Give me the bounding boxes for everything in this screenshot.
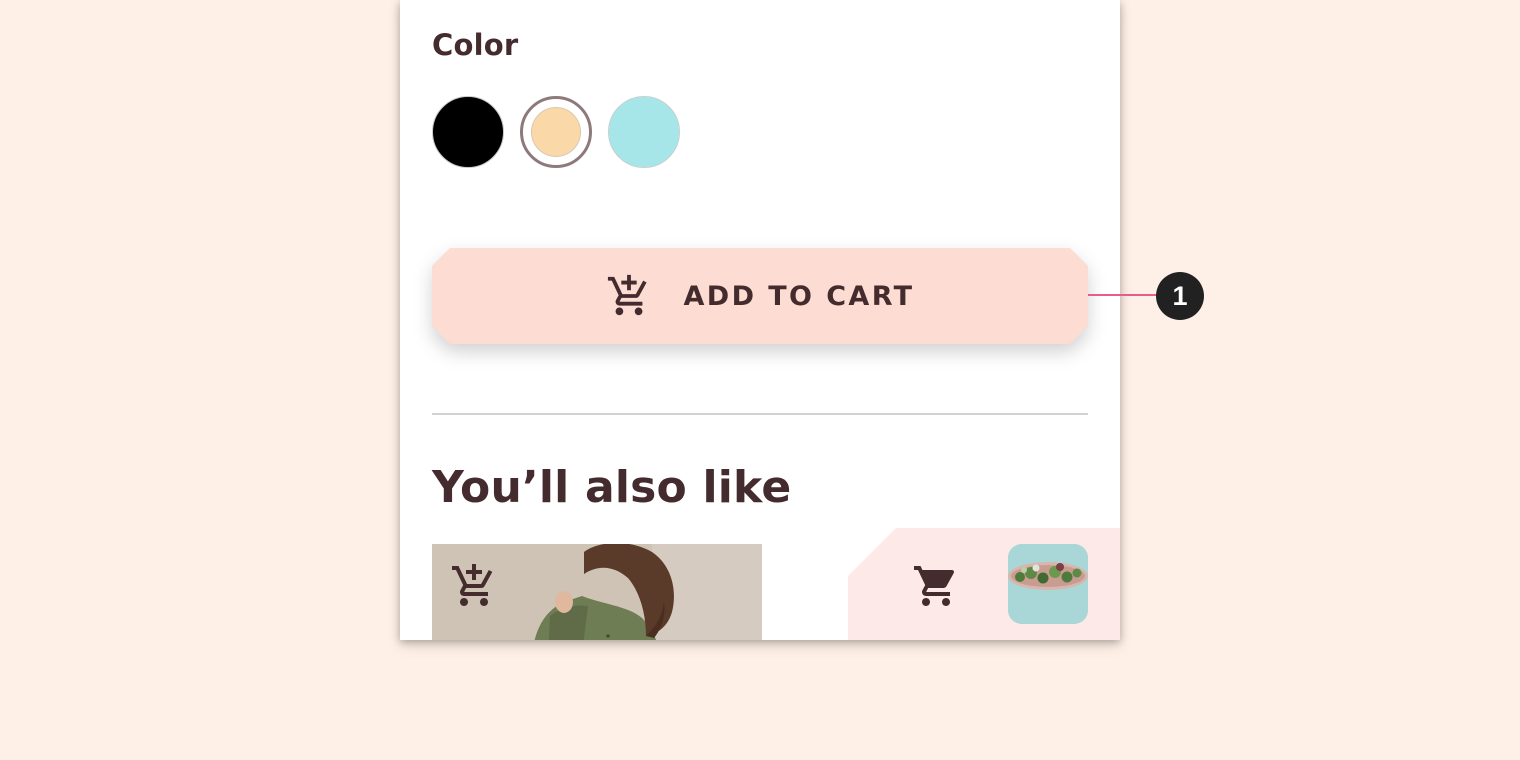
callout-line — [1088, 294, 1158, 296]
product-detail-screen: Color ADD TO CART You’ll also like — [400, 0, 1120, 640]
shopping-cart-icon[interactable] — [912, 562, 960, 610]
add-to-cart-button-shadow: ADD TO CART — [432, 248, 1088, 344]
add-to-cart-button[interactable]: ADD TO CART — [432, 248, 1088, 344]
section-divider — [432, 413, 1088, 415]
color-swatch-aqua[interactable] — [608, 96, 680, 168]
callout-badge: 1 — [1156, 272, 1204, 320]
selected-swatch-fill — [531, 107, 581, 157]
stage: Color ADD TO CART You’ll also like 1 — [0, 0, 1520, 760]
succulent-planter-photo — [1008, 544, 1088, 624]
color-label: Color — [432, 28, 519, 62]
recommendations-title: You’ll also like — [432, 462, 792, 513]
cart-item-thumbnail — [1008, 544, 1088, 624]
add-shopping-cart-icon — [607, 274, 647, 316]
recommended-product-card[interactable] — [432, 544, 762, 640]
add-to-cart-label: ADD TO CART — [683, 280, 915, 312]
color-swatch-peach-selected[interactable] — [520, 96, 592, 168]
add-shopping-cart-icon[interactable] — [450, 562, 498, 610]
color-swatch-black[interactable] — [432, 96, 504, 168]
cart-bottom-sheet[interactable] — [848, 528, 1120, 640]
